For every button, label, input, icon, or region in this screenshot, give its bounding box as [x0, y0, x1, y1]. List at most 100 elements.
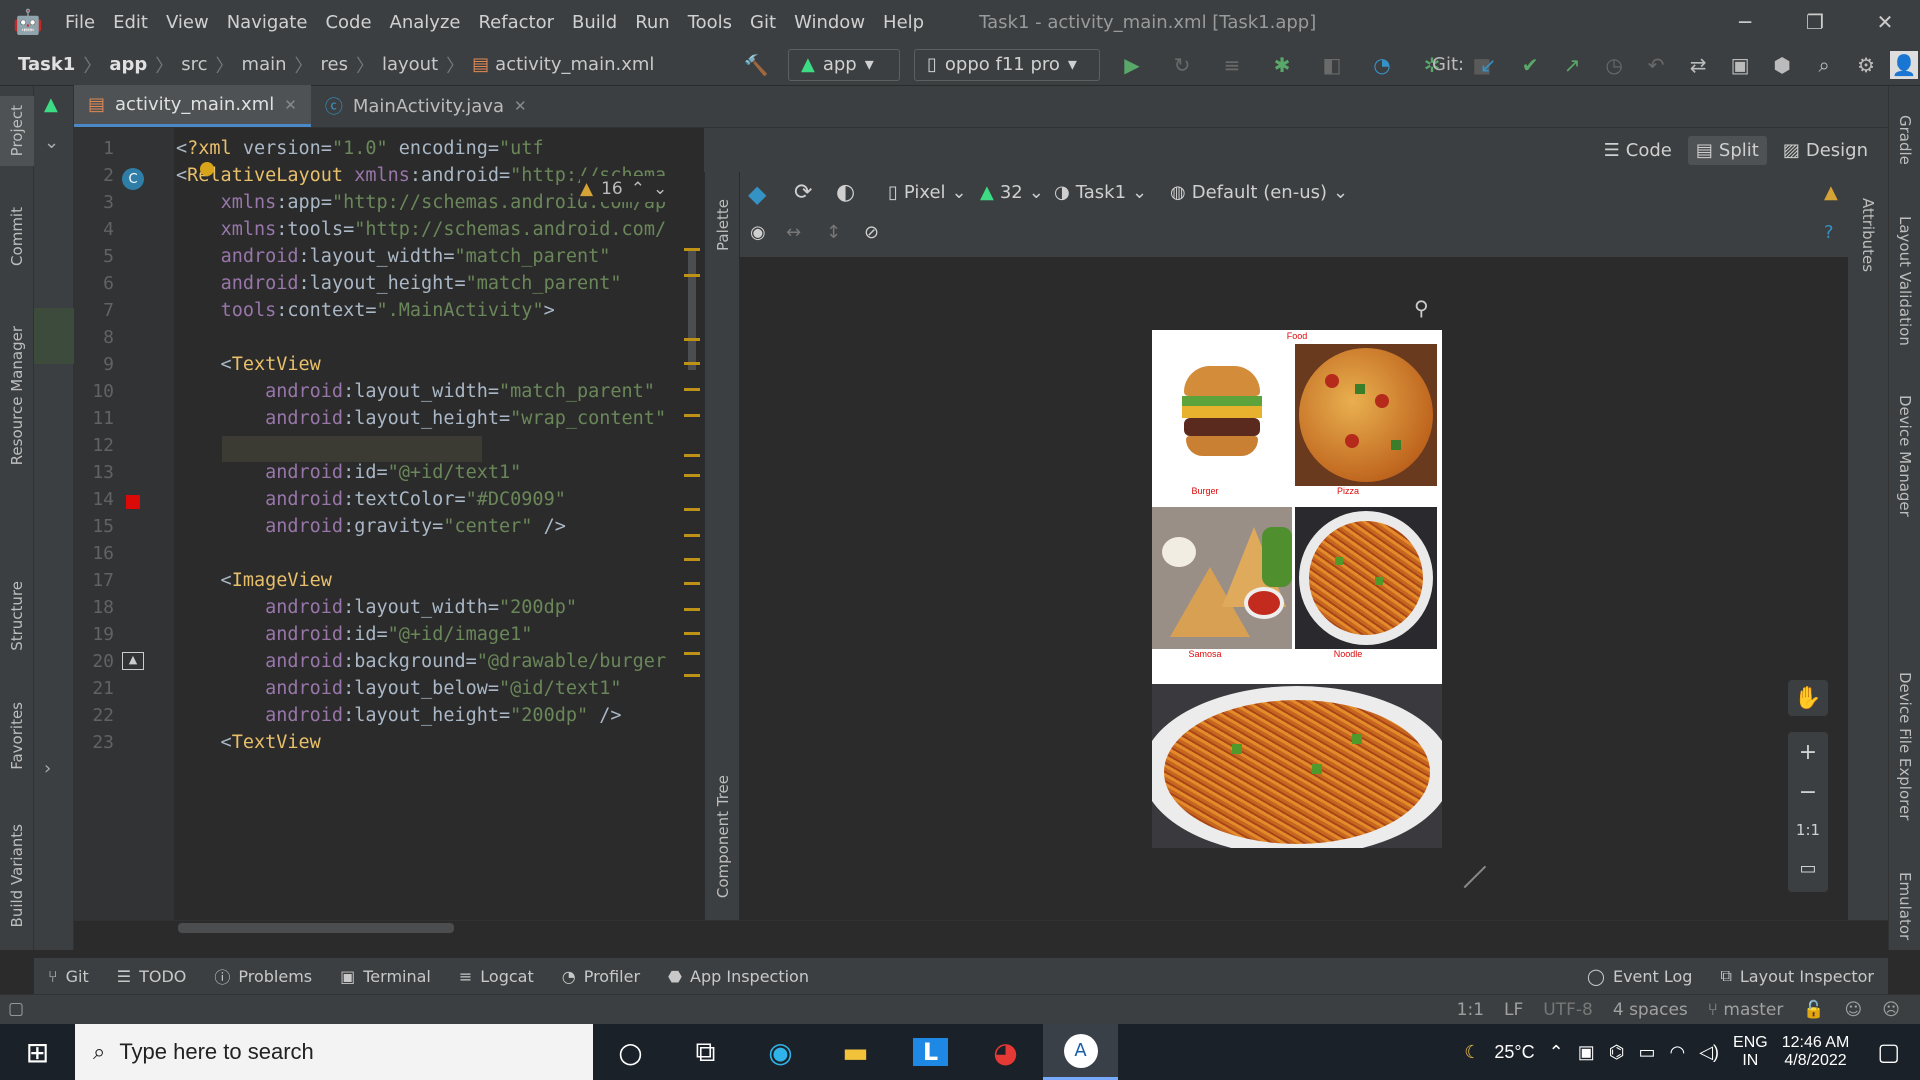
lock-icon[interactable]: 🔓 [1803, 1000, 1824, 1020]
warning-stripe-mark[interactable] [684, 362, 700, 365]
language-indicator[interactable]: ENG IN [1733, 1034, 1768, 1070]
rollback-icon[interactable]: ↶ [1638, 47, 1674, 83]
file-explorer-icon[interactable]: ▬ [818, 1024, 893, 1080]
tool-layout-validation[interactable]: Layout Validation [1889, 206, 1920, 356]
code-line[interactable]: tools:context=".MainActivity"> [176, 300, 555, 321]
pin-icon[interactable]: ⚲ [1414, 296, 1429, 320]
hammer-build-icon[interactable]: 🔨 [738, 47, 774, 83]
tool-app-inspection[interactable]: ⬣ App Inspection [654, 967, 823, 986]
tool-structure[interactable]: Structure [0, 566, 34, 666]
tool-device-file-explorer[interactable]: Device File Explorer [1889, 656, 1920, 836]
warning-stripe-mark[interactable] [684, 248, 700, 251]
device-mirror-icon[interactable]: ⇄ [1680, 47, 1716, 83]
menu-view[interactable]: View [157, 12, 218, 33]
warning-stripe-mark[interactable] [684, 454, 700, 457]
toggle-tool-windows-icon[interactable]: ▢ [8, 999, 24, 1019]
warning-stripe-mark[interactable] [684, 414, 700, 417]
breadcrumb-res[interactable]: res [321, 54, 348, 75]
device-selector[interactable]: ▯ oppo f11 pro ▾ [914, 48, 1100, 81]
battery-icon[interactable]: ▭ [1638, 1042, 1655, 1063]
run-icon[interactable]: ▶ [1114, 47, 1150, 83]
close-tab-icon[interactable]: ✕ [284, 96, 297, 114]
code-line[interactable]: android:textColor="#DC0909" [176, 489, 566, 510]
git-push-icon[interactable]: ↗ [1554, 47, 1590, 83]
breadcrumb-src[interactable]: src [181, 54, 207, 75]
design-surface-icon[interactable]: ◆ [748, 180, 766, 208]
minimize-icon[interactable]: ─ [1710, 0, 1780, 44]
mode-split[interactable]: ▤ Split [1687, 135, 1767, 165]
close-icon[interactable]: ✕ [1850, 0, 1920, 44]
tool-attributes[interactable]: Attributes [1848, 180, 1888, 290]
task-view-icon[interactable]: ⧉ [668, 1024, 743, 1080]
menu-build[interactable]: Build [563, 12, 626, 33]
apply-code-icon[interactable]: ≡ [1214, 47, 1250, 83]
tool-emulator[interactable]: Emulator [1889, 866, 1920, 946]
warning-stripe-mark[interactable] [684, 474, 700, 477]
wifi-icon[interactable]: ◠ [1669, 1042, 1685, 1063]
warning-stripe-mark[interactable] [684, 632, 700, 635]
weather-moon-icon[interactable]: ☾ [1464, 1042, 1480, 1063]
pan-hand-icon[interactable]: ✋ [1788, 680, 1828, 716]
search-icon[interactable]: ⌕ [1806, 47, 1842, 83]
menu-window[interactable]: Window [785, 12, 874, 33]
git-branch[interactable]: ⑂ master [1708, 1000, 1784, 1020]
tool-event-log[interactable]: ◯ Event Log [1573, 967, 1706, 986]
device-dropdown[interactable]: ▯ Pixel ⌄ [888, 182, 967, 203]
menu-file[interactable]: File [56, 12, 104, 33]
tool-resource-manager[interactable]: Resource Manager [0, 316, 34, 476]
taskbar-search[interactable]: ⌕ Type here to search [75, 1024, 593, 1080]
tool-problems[interactable]: ⓘ Problems [200, 964, 326, 988]
tool-palette[interactable]: Palette [705, 180, 741, 270]
zoom-actual-size[interactable]: 1:1 [1788, 812, 1828, 848]
chrome-icon[interactable]: ◕ [968, 1024, 1043, 1080]
warning-stripe-mark[interactable] [684, 558, 700, 561]
volume-icon[interactable]: ◁) [1699, 1042, 1719, 1063]
tool-project[interactable]: Project [0, 96, 34, 166]
tool-device-manager[interactable]: Device Manager [1889, 386, 1920, 526]
warning-stripe-mark[interactable] [684, 388, 700, 391]
breadcrumb-layout[interactable]: layout [382, 54, 438, 75]
smiley-icon[interactable]: ☺ [1845, 1000, 1863, 1020]
profile-icon[interactable]: ◔ [1364, 47, 1400, 83]
chevron-down-icon[interactable]: ⌄ [44, 132, 59, 153]
tool-component-tree[interactable]: Component Tree [705, 762, 741, 912]
breadcrumb-file[interactable]: activity_main.xml [495, 54, 654, 75]
eye-view-options-icon[interactable]: ◉ [750, 222, 766, 243]
code-line[interactable]: android:background="@drawable/burger [176, 651, 666, 672]
previous-highlight-icon[interactable]: ⌃ [631, 179, 645, 199]
tool-todo[interactable]: ☰ TODO [103, 967, 201, 986]
avatar[interactable]: 👤 [1890, 50, 1919, 79]
horizontal-scrollbar[interactable] [74, 920, 1888, 950]
windows-start-icon[interactable]: ⊞ [0, 1024, 75, 1080]
chevron-right-icon[interactable]: › [44, 758, 51, 779]
code-line[interactable]: android:layout_width="match_parent" [176, 246, 611, 267]
feedback-icon[interactable]: ☹ [1882, 1000, 1900, 1020]
warning-stripe-mark[interactable] [684, 582, 700, 585]
menu-edit[interactable]: Edit [104, 12, 157, 33]
night-mode-icon[interactable]: ◐ [836, 180, 855, 205]
code-line[interactable]: xmlns:tools="http://schemas.android.com/ [176, 219, 667, 240]
caret-position[interactable]: 1:1 [1457, 1000, 1484, 1020]
clock[interactable]: 12:46 AM 4/8/2022 [1782, 1034, 1850, 1070]
magnet-icon[interactable]: ⊘ [864, 222, 879, 243]
warning-icon[interactable]: ▲ [1824, 182, 1838, 203]
l-app-icon[interactable]: L [893, 1024, 968, 1080]
code-line[interactable]: <TextView [176, 354, 321, 375]
class-gutter-icon[interactable]: C [122, 168, 144, 190]
tool-git[interactable]: ⑂ Git [34, 967, 103, 986]
menu-analyze[interactable]: Analyze [381, 12, 470, 33]
meet-now-icon[interactable]: ▣ [1578, 1042, 1595, 1063]
tool-build-variants[interactable]: Build Variants [0, 816, 34, 936]
sdk-manager-icon[interactable]: ⬢ [1764, 47, 1800, 83]
menu-code[interactable]: Code [316, 12, 380, 33]
menu-run[interactable]: Run [626, 12, 679, 33]
menu-refactor[interactable]: Refactor [469, 12, 563, 33]
image-preview-icon[interactable]: ▲ [122, 652, 144, 670]
code-line[interactable]: android:layout_height="match_parent" [176, 273, 622, 294]
menu-git[interactable]: Git [741, 12, 785, 33]
debug-icon[interactable]: ✱ [1264, 47, 1300, 83]
restore-icon[interactable]: ❐ [1780, 0, 1850, 44]
history-icon[interactable]: ◷ [1596, 47, 1632, 83]
apply-changes-icon[interactable]: ↻ [1164, 47, 1200, 83]
vertical-resize-icon[interactable]: ↕ [826, 222, 841, 243]
